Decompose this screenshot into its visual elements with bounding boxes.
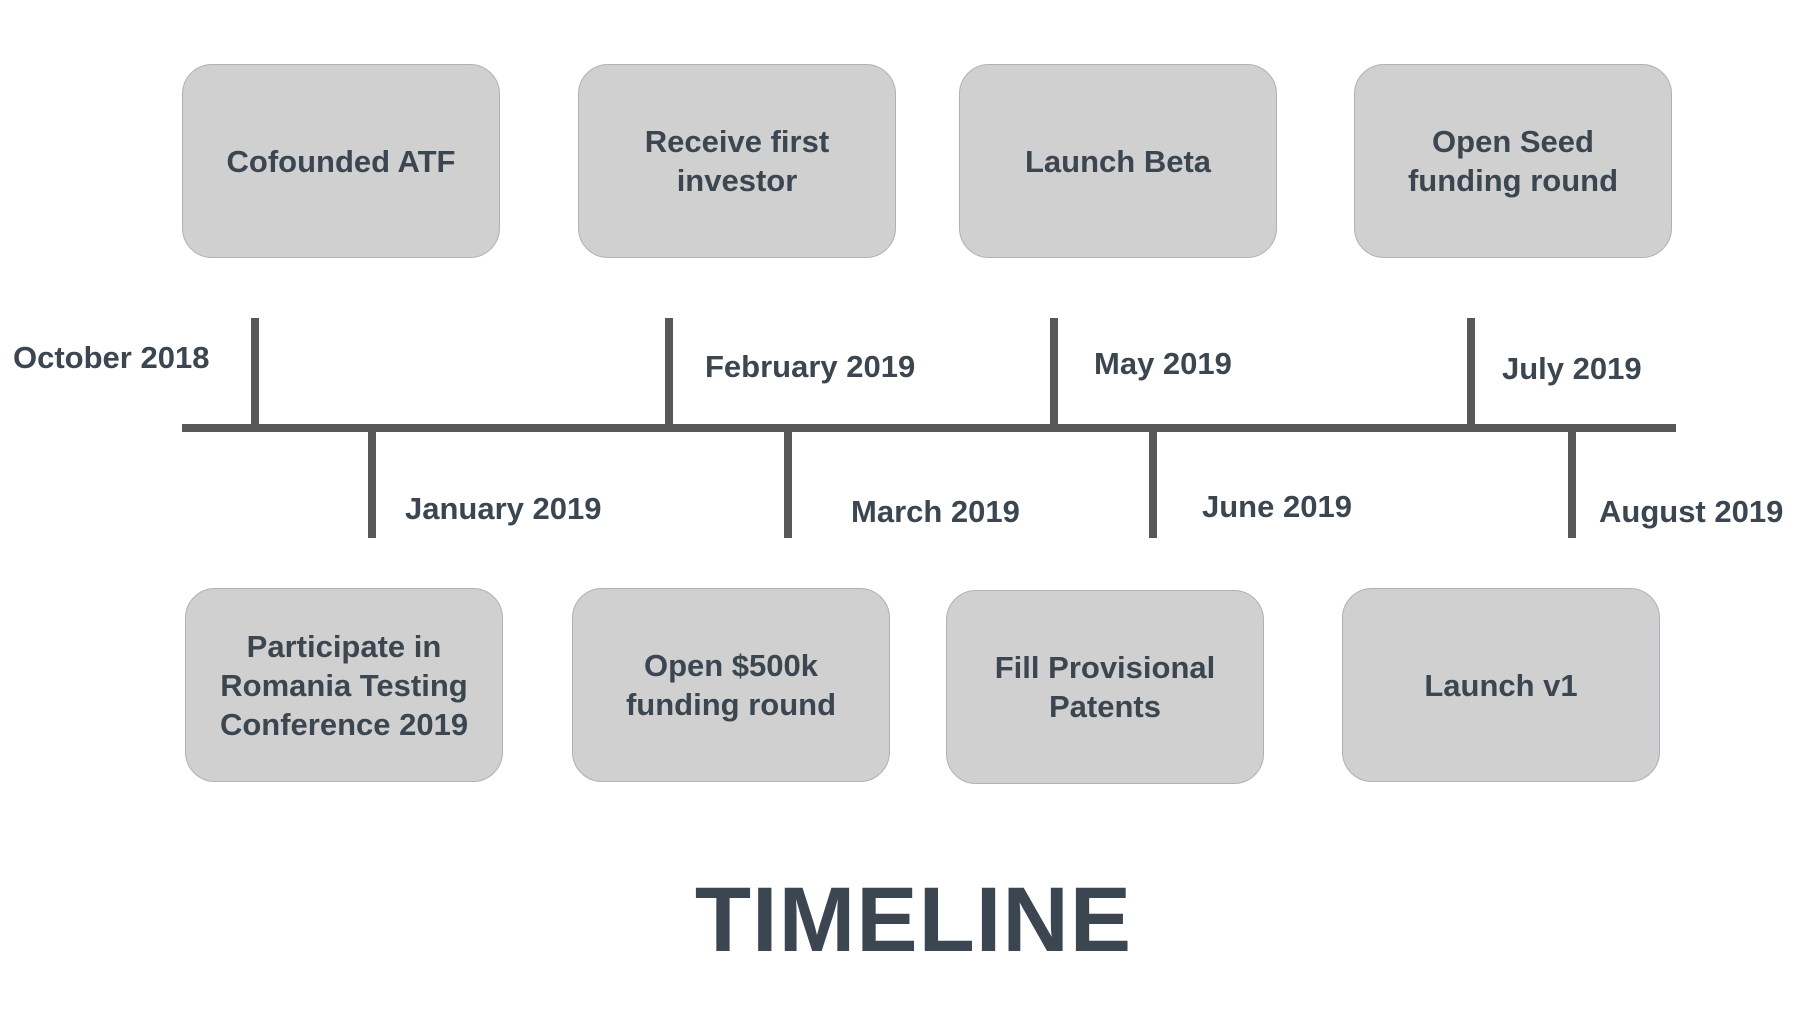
- date-label: January 2019: [405, 491, 602, 526]
- date-label: February 2019: [705, 349, 916, 384]
- date-label: March 2019: [851, 494, 1020, 529]
- event-box-open-500k-funding: Open $500k funding round: [572, 588, 890, 782]
- event-label: Receive first investor: [644, 124, 830, 198]
- event-label: Open $500k funding round: [625, 648, 837, 722]
- tick-july-2019: [1467, 318, 1475, 424]
- date-label: July 2019: [1502, 351, 1642, 386]
- event-label: Participate in Romania Testing Conferenc…: [219, 628, 469, 742]
- event-box-cofounded-atf: Cofounded ATF: [182, 64, 500, 258]
- date-label: August 2019: [1599, 494, 1784, 529]
- event-label: Cofounded ATF: [226, 143, 456, 179]
- event-box-receive-first-investor: Receive first investor: [578, 64, 896, 258]
- timeline-axis: [182, 424, 1676, 432]
- event-box-launch-beta: Launch Beta: [959, 64, 1277, 258]
- tick-january-2019: [368, 432, 376, 538]
- tick-october-2018: [251, 318, 259, 424]
- event-box-romania-testing-conference: Participate in Romania Testing Conferenc…: [185, 588, 503, 782]
- tick-june-2019: [1149, 432, 1157, 538]
- date-label: June 2019: [1202, 489, 1352, 524]
- tick-february-2019: [665, 318, 673, 424]
- event-label: Launch Beta: [1024, 143, 1212, 179]
- event-label: Fill Provisional Patents: [994, 650, 1216, 724]
- event-label: Open Seed funding round: [1407, 124, 1619, 198]
- tick-august-2019: [1568, 432, 1576, 538]
- date-label: October 2018: [13, 340, 210, 375]
- event-box-fill-provisional-patents: Fill Provisional Patents: [946, 590, 1264, 784]
- tick-march-2019: [784, 432, 792, 538]
- event-label: Launch v1: [1424, 667, 1578, 703]
- tick-may-2019: [1050, 318, 1058, 424]
- date-label: May 2019: [1094, 346, 1232, 381]
- event-box-launch-v1: Launch v1: [1342, 588, 1660, 782]
- page-title: TIMELINE: [694, 869, 1133, 971]
- event-box-open-seed-funding: Open Seed funding round: [1354, 64, 1672, 258]
